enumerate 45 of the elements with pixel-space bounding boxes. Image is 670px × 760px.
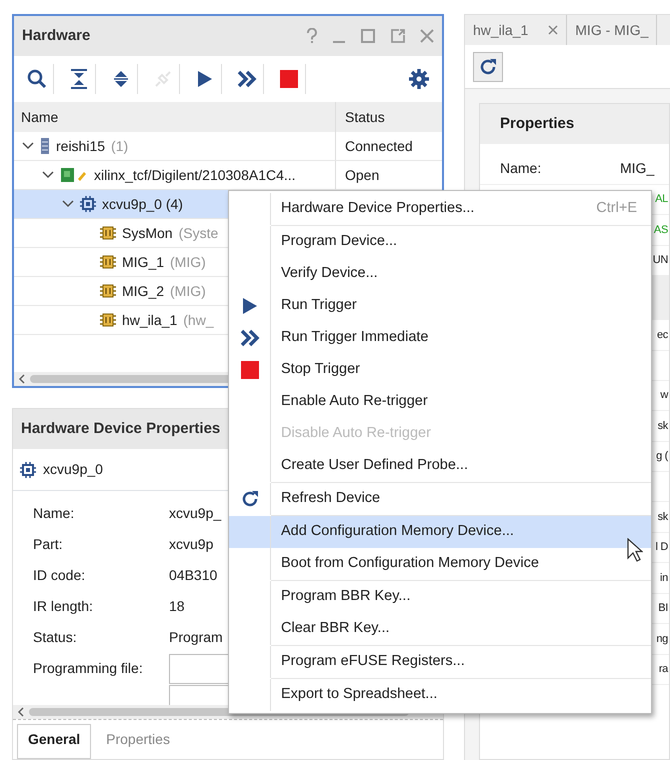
property-label: Programming file:	[33, 659, 144, 678]
node-count: (MIG)	[170, 252, 206, 272]
property-value: ec	[656, 328, 669, 342]
device-name: xcvu9p_0	[43, 460, 103, 479]
property-value: 04B310	[169, 566, 218, 585]
node-label: xilinx_tcf/Digilent/210308A1C4...	[94, 166, 296, 185]
node-count: (hw_	[183, 310, 214, 330]
shortcut-text: Ctrl+E	[596, 199, 637, 218]
node-label: hw_ila_1	[122, 310, 178, 330]
node-label: MIG_1	[122, 252, 164, 272]
node-label: reishi15	[56, 136, 106, 156]
property-label: Status:	[33, 628, 78, 647]
property-value: sk	[658, 510, 669, 524]
panel-title: Hardware Device Properties	[21, 418, 220, 439]
card-title: Properties	[500, 114, 574, 134]
property-label: IR length:	[33, 597, 94, 616]
property-value: UN	[652, 253, 669, 268]
node-label: MIG_2	[122, 282, 164, 301]
property-value: xcvu9p	[169, 535, 214, 554]
node-count: (Syste	[178, 224, 218, 243]
property-value: g (	[656, 449, 669, 464]
property-value: xcvu9p_	[169, 504, 222, 523]
node-count: (MIG)	[170, 282, 206, 301]
property-value: MIG_	[620, 159, 654, 178]
property-value: ng	[656, 632, 669, 646]
node-count: (1)	[111, 136, 128, 156]
property-label: ID code:	[33, 566, 86, 585]
node-label: SysMon	[122, 224, 173, 243]
property-label: Name:	[33, 504, 76, 523]
property-value: Program	[169, 628, 223, 647]
property-label: Part:	[33, 535, 64, 554]
property-value: AS	[654, 222, 669, 238]
property-value: l D	[655, 540, 669, 555]
property-label: Name:	[499, 159, 542, 178]
property-value: BI	[658, 601, 669, 616]
property-value: ra	[658, 662, 669, 677]
panel-title: Hardware	[22, 26, 90, 46]
property-value: w	[660, 388, 669, 403]
node-label: xcvu9p_0 (4)	[102, 194, 183, 214]
property-value: 18	[169, 597, 185, 616]
property-value: sk	[658, 418, 669, 434]
property-value: AL	[655, 192, 669, 207]
status-text: Connected	[345, 138, 413, 154]
property-value: in	[660, 570, 669, 586]
status-text: Open	[345, 166, 380, 182]
